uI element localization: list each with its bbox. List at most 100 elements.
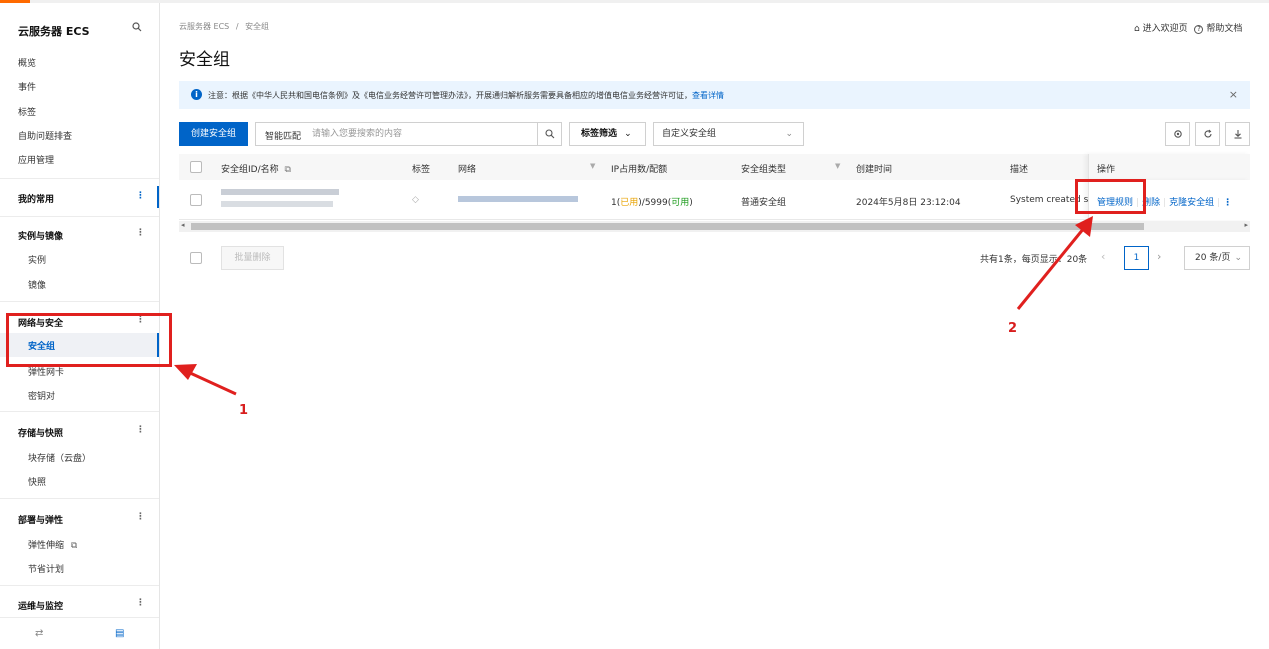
- column-header-id: 安全组ID/名称 ⧉: [221, 162, 291, 175]
- search-icon[interactable]: [132, 22, 142, 32]
- ip-quota: 5999: [644, 198, 668, 208]
- search-mode-select[interactable]: 智能匹配: [265, 129, 301, 142]
- scroll-right-icon[interactable]: ▸: [1244, 221, 1248, 229]
- sidebar-group-favorites[interactable]: 我的常用: [18, 192, 54, 205]
- filter-icon[interactable]: ▼: [590, 162, 595, 170]
- custom-security-group-select[interactable]: 自定义安全组 ⌄: [653, 122, 804, 146]
- created-time: 2024年5月8日 23:12:04: [856, 198, 961, 208]
- ip-available-label: 可用: [671, 198, 690, 208]
- notice-banner: i 注意：根据《中华人民共和国电信条例》及《电信业务经营许可管理办法》，开展通归…: [179, 81, 1250, 109]
- ip-usage: 1(已用)/5999(可用): [611, 198, 693, 208]
- scrollbar-thumb[interactable]: [191, 223, 1144, 230]
- sidebar-item-troubleshoot[interactable]: 自助问题排查: [18, 129, 72, 142]
- ops-more-icon[interactable]: ⋮: [136, 598, 145, 608]
- tag-icon[interactable]: ◇: [412, 195, 419, 205]
- instances-more-icon[interactable]: ⋮: [136, 228, 145, 238]
- column-header-description: 描述: [1010, 165, 1029, 175]
- sidebar-item-app-management[interactable]: 应用管理: [18, 153, 54, 166]
- sidebar-item-images[interactable]: 镜像: [28, 278, 46, 291]
- gear-icon: [1174, 130, 1182, 138]
- external-link-icon: ⧉: [70, 541, 78, 551]
- chevron-down-icon: ⌄: [624, 129, 632, 139]
- batch-delete-button[interactable]: 批量删除: [221, 246, 284, 270]
- security-group-type: 普通安全组: [741, 198, 787, 208]
- sidebar-item-tags[interactable]: 标签: [18, 105, 36, 118]
- arrow-2-line: [1016, 227, 1086, 310]
- sidebar-divider: [0, 411, 159, 412]
- welcome-link[interactable]: 进入欢迎页: [1143, 24, 1188, 34]
- separator: |: [1217, 198, 1221, 208]
- favorites-active-bar: [157, 186, 159, 208]
- prev-page-icon[interactable]: ‹: [1101, 250, 1105, 263]
- security-group-name-redacted: [221, 201, 333, 207]
- deploy-more-icon[interactable]: ⋮: [136, 512, 145, 522]
- sidebar-group-instances[interactable]: 实例与镜像: [18, 229, 63, 242]
- close-icon[interactable]: ×: [1229, 88, 1238, 101]
- horizontal-scrollbar[interactable]: ◂ ▸: [179, 221, 1250, 232]
- table-header: 安全组ID/名称 ⧉ 标签 网络 ▼ IP占用数/配额 安全组类型 ▼ 创建时间…: [179, 154, 1250, 180]
- more-actions-icon[interactable]: ⋮: [1223, 198, 1232, 208]
- sidebar-item-keypairs[interactable]: 密钥对: [28, 389, 55, 402]
- storage-more-icon[interactable]: ⋮: [136, 425, 145, 435]
- callout-number-2: 2: [1008, 321, 1018, 336]
- sidebar-item-instances[interactable]: 实例: [28, 253, 46, 266]
- filter-icon[interactable]: ▼: [835, 162, 840, 170]
- sidebar-footer: ⇄ ▤: [0, 617, 159, 649]
- sidebar-item-snapshots[interactable]: 快照: [28, 475, 46, 488]
- notice-details-link[interactable]: 查看详情: [692, 91, 724, 100]
- refresh-button[interactable]: [1195, 122, 1220, 146]
- sidebar-group-ops[interactable]: 运维与监控: [18, 599, 63, 612]
- footer-select-all-checkbox[interactable]: [190, 252, 202, 264]
- copy-icon[interactable]: ⧉: [285, 165, 291, 175]
- separator: |: [1163, 198, 1167, 208]
- sidebar-item-autoscaling-label: 弹性伸缩: [28, 541, 65, 551]
- sidebar-divider: [0, 178, 159, 179]
- export-button[interactable]: [1225, 122, 1250, 146]
- switch-icon[interactable]: ⇄: [35, 628, 43, 639]
- help-docs-link[interactable]: 帮助文档: [1206, 24, 1242, 34]
- chevron-down-icon: ⌄: [785, 129, 793, 139]
- settings-button[interactable]: [1165, 122, 1190, 146]
- favorites-more-icon[interactable]: ⋮: [136, 191, 145, 201]
- security-group-id-redacted[interactable]: [221, 189, 339, 195]
- feedback-icon[interactable]: ▤: [115, 628, 124, 639]
- sidebar-item-autoscaling[interactable]: 弹性伸缩 ⧉: [28, 538, 77, 551]
- sidebar-item-savings-plan[interactable]: 节省计划: [28, 562, 64, 575]
- search-button[interactable]: [537, 123, 561, 145]
- sidebar-divider: [0, 585, 159, 586]
- download-icon: [1234, 130, 1242, 139]
- home-icon: ⌂: [1134, 24, 1140, 34]
- sidebar-group-storage[interactable]: 存储与快照: [18, 426, 63, 439]
- row-checkbox[interactable]: [190, 194, 202, 206]
- search-box: 智能匹配: [255, 122, 562, 146]
- ip-used-label: 已用: [620, 198, 639, 208]
- clone-security-group-link[interactable]: 克隆安全组: [1169, 198, 1214, 208]
- column-header-tags: 标签: [412, 165, 431, 175]
- create-security-group-button[interactable]: 创建安全组: [179, 122, 248, 146]
- breadcrumb-security-group: 安全组: [245, 22, 270, 31]
- page-title: 安全组: [179, 50, 230, 70]
- refresh-icon: [1204, 129, 1212, 138]
- page-size-select[interactable]: 20 条/页 ⌄: [1184, 246, 1250, 270]
- info-icon: i: [191, 89, 202, 100]
- network-redacted[interactable]: [458, 196, 578, 202]
- tag-filter-button[interactable]: 标签筛选 ⌄: [569, 122, 646, 146]
- search-input[interactable]: [312, 124, 532, 144]
- next-page-icon[interactable]: ›: [1157, 250, 1161, 263]
- column-header-id-label: 安全组ID/名称: [221, 165, 279, 175]
- custom-security-group-value: 自定义安全组: [662, 129, 717, 139]
- sidebar-divider: [0, 498, 159, 499]
- current-page-button[interactable]: 1: [1124, 246, 1149, 270]
- breadcrumb: 云服务器 ECS / 安全组: [179, 21, 269, 32]
- callout-number-1: 1: [239, 403, 249, 418]
- sidebar-group-deploy[interactable]: 部署与弹性: [18, 513, 63, 526]
- breadcrumb-separator: /: [235, 22, 239, 31]
- sidebar-item-overview[interactable]: 概览: [18, 56, 36, 69]
- tag-filter-label: 标签筛选: [581, 129, 618, 139]
- sidebar-item-events[interactable]: 事件: [18, 80, 36, 93]
- breadcrumb-ecs[interactable]: 云服务器 ECS: [179, 22, 229, 31]
- select-all-checkbox[interactable]: [190, 161, 202, 173]
- scroll-left-icon[interactable]: ◂: [181, 221, 185, 229]
- sidebar-item-disks[interactable]: 块存储（云盘）: [28, 451, 91, 464]
- sidebar-title: 云服务器 ECS: [18, 25, 90, 38]
